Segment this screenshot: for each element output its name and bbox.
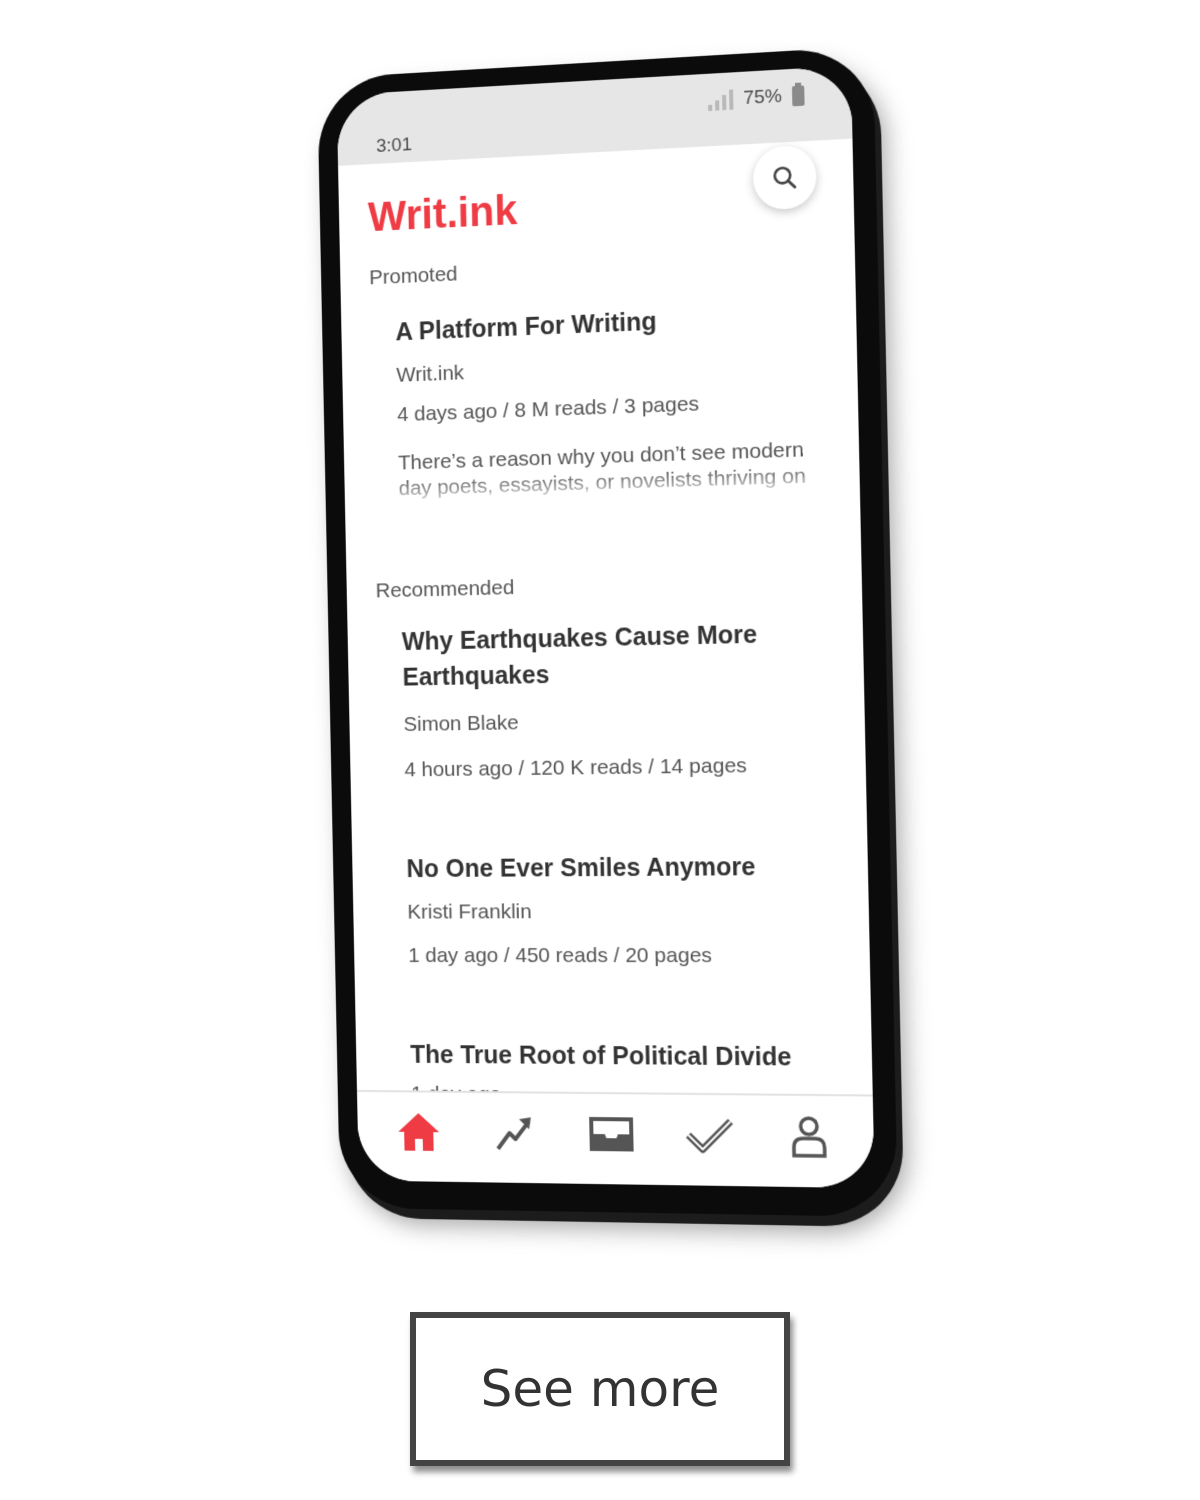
tab-profile[interactable]	[778, 1106, 841, 1168]
article-author: Kristi Franklin	[407, 900, 532, 924]
article-meta: 4 days ago / 8 M reads / 3 pages	[396, 392, 700, 427]
article-excerpt: There’s a reason why you don’t see moder…	[397, 438, 807, 501]
status-right: 75%	[708, 84, 805, 112]
stage: 3:01 75% Writ.ink Promoted A Platform Fo…	[0, 0, 1200, 1500]
bottom-tab-bar	[356, 1089, 875, 1189]
tab-tasks[interactable]	[679, 1105, 741, 1166]
tab-trending[interactable]	[484, 1103, 544, 1163]
section-label-recommended: Recommended	[375, 576, 515, 603]
article-card[interactable]: No One Ever Smiles Anymore Kristi Frankl…	[381, 848, 870, 968]
app-logo: Writ.ink	[367, 186, 518, 241]
see-more-button[interactable]: See more	[410, 1312, 790, 1466]
tab-inbox[interactable]	[581, 1104, 642, 1165]
signal-icon	[708, 89, 734, 112]
search-button[interactable]	[752, 144, 818, 211]
article-card[interactable]: Why Earthquakes Cause More Earthquakes S…	[376, 614, 866, 782]
battery-icon	[791, 85, 805, 107]
article-author: Simon Blake	[403, 711, 519, 736]
battery-percent: 75%	[743, 85, 783, 110]
trending-icon	[493, 1117, 535, 1153]
feed: Promoted A Platform For Writing Writ.ink…	[340, 244, 873, 1111]
phone-screen: 3:01 75% Writ.ink Promoted A Platform Fo…	[336, 65, 875, 1189]
article-title: No One Ever Smiles Anymore	[406, 853, 756, 884]
tab-home[interactable]	[389, 1102, 448, 1162]
inbox-icon	[588, 1116, 635, 1153]
profile-icon	[790, 1115, 828, 1158]
check-icon	[684, 1115, 735, 1156]
promoted-card[interactable]: A Platform For Writing Writ.ink 4 days a…	[370, 295, 860, 503]
search-icon	[771, 164, 798, 192]
article-meta: 4 hours ago / 120 K reads / 14 pages	[404, 754, 748, 782]
article-title: The True Root of Political Divide	[410, 1041, 792, 1072]
article-author: Writ.ink	[396, 361, 465, 387]
status-time: 3:01	[375, 134, 413, 157]
home-icon	[397, 1112, 440, 1152]
article-title: A Platform For Writing	[395, 307, 657, 347]
article-meta: 1 day ago / 450 reads / 20 pages	[408, 943, 713, 968]
phone-frame: 3:01 75% Writ.ink Promoted A Platform Fo…	[317, 45, 899, 1218]
article-title: Why Earthquakes Cause More Earthquakes	[401, 620, 758, 692]
